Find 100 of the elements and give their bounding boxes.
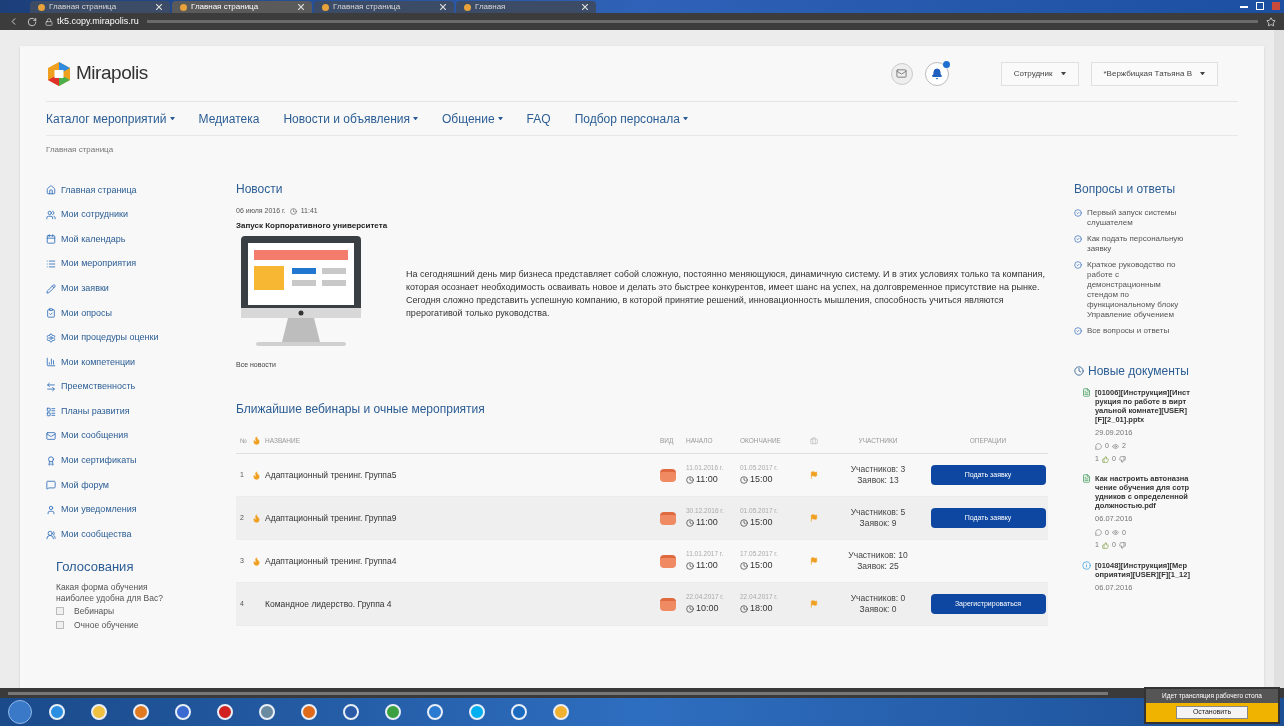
sidebar-item[interactable]: Мои опросы xyxy=(46,300,216,326)
start-time: 11:00 xyxy=(696,473,718,487)
group-icon xyxy=(46,529,56,540)
sidebar-item[interactable]: Мои сообщения xyxy=(46,423,216,449)
briefcase-icon xyxy=(810,436,818,445)
sidebar-item[interactable]: Мои сертификаты xyxy=(46,448,216,474)
sidebar-item[interactable]: Главная страница xyxy=(46,178,216,203)
sidebar-item[interactable]: Мои компетенции xyxy=(46,350,216,375)
requests-count: Заявок: 25 xyxy=(857,561,899,572)
flame-icon xyxy=(252,436,261,445)
bookmark-star-icon[interactable] xyxy=(1266,16,1276,27)
info-icon xyxy=(1082,560,1091,570)
documents-title: Новые документы xyxy=(1088,363,1189,380)
event-name[interactable]: Адаптационный тренинг. Группа4 xyxy=(265,554,660,568)
news-headline[interactable]: Запуск Корпоративного университета xyxy=(236,219,1048,232)
browser-tab[interactable]: Главная xyxy=(456,1,596,13)
list-icon xyxy=(46,259,56,270)
clock-icon xyxy=(686,475,694,484)
event-name[interactable]: Адаптационный тренинг. Группа9 xyxy=(265,511,660,525)
flag-icon xyxy=(810,557,818,565)
caret-icon xyxy=(1200,71,1205,76)
end-time: 15:00 xyxy=(750,473,773,487)
clock-icon xyxy=(740,561,748,570)
thumbs-down-icon[interactable] xyxy=(1118,455,1126,463)
faq-link[interactable]: Краткое руководство по работе с демонстрационным стендом по функциональному блоку Управление обучением xyxy=(1087,260,1187,320)
thumbs-down-icon[interactable] xyxy=(1118,541,1126,549)
start-time: 10:00 xyxy=(696,602,719,616)
reload-icon[interactable] xyxy=(27,16,37,27)
start-button[interactable] xyxy=(8,700,32,724)
layout-icon xyxy=(46,406,56,417)
mail-icon xyxy=(896,68,908,79)
pencil-icon xyxy=(46,283,56,294)
poll-question: Какая форма обучения наиболее удобна для Вас? xyxy=(56,582,164,605)
browser-tab[interactable]: Главная страница xyxy=(172,1,312,13)
faq-link[interactable]: Все вопросы и ответы xyxy=(1087,326,1187,336)
settings-icon xyxy=(46,332,56,343)
event-name[interactable]: Командное лидерство. Группа 4 xyxy=(265,597,660,611)
thumbs-up-icon[interactable] xyxy=(1101,455,1109,463)
clock-icon xyxy=(686,561,694,570)
flag-icon xyxy=(810,514,818,522)
maximize-icon[interactable] xyxy=(1256,2,1264,10)
role-dropdown[interactable]: Сотрудник xyxy=(1000,61,1079,86)
sidebar-item[interactable]: Мой форум xyxy=(46,473,216,498)
caret-icon xyxy=(1060,71,1066,76)
sidebar-item[interactable]: Мой календарь xyxy=(46,227,216,252)
check-circle-icon xyxy=(1074,261,1082,269)
sidebar-item[interactable]: Мои сообщества xyxy=(46,522,216,547)
nav-link[interactable]: Каталог мероприятий xyxy=(46,109,167,128)
person-icon xyxy=(46,505,56,515)
notifications-button[interactable] xyxy=(924,61,949,86)
tab-close-icon[interactable] xyxy=(440,4,446,10)
faq-title: Вопросы и ответы xyxy=(1074,181,1177,198)
events-title: Ближайшие вебинары и очные мероприятия xyxy=(236,401,486,418)
event-name[interactable]: Адаптационный тренинг. Группа5 xyxy=(265,468,660,482)
browser-tab[interactable]: Главная страница xyxy=(30,1,170,13)
start-time: 11:00 xyxy=(696,559,718,573)
participants-count: Участников: 10 xyxy=(848,550,908,561)
poll-option-label: Очное обучение xyxy=(74,619,139,632)
browser-tab[interactable]: Главная страница xyxy=(314,1,454,13)
sidebar-item[interactable]: Мои сотрудники xyxy=(46,202,216,228)
requests-count: Заявок: 13 xyxy=(857,475,899,486)
sidebar-item[interactable]: Мои уведомления xyxy=(46,497,216,523)
poll-option-label: Вебинары xyxy=(74,605,115,618)
participants-count: Участников: 0 xyxy=(850,593,906,604)
classroom-icon xyxy=(660,597,676,611)
sidebar-item[interactable]: Мои мероприятия xyxy=(46,251,216,277)
chat-icon xyxy=(46,480,56,491)
scrollbar[interactable] xyxy=(1274,30,1284,688)
faq-link[interactable]: Как подать персональную заявку xyxy=(1087,234,1187,254)
bell-icon xyxy=(930,67,943,80)
nav-link[interactable]: Общение xyxy=(442,109,495,128)
thumbs-up-icon[interactable] xyxy=(1101,541,1109,549)
user-dropdown[interactable]: *Вержбицкая Татьяна В xyxy=(1090,61,1218,86)
participants-count: Участников: 5 xyxy=(850,507,906,518)
nav-link[interactable]: Новости и объявления xyxy=(283,109,410,128)
tab-favicon-icon xyxy=(180,3,187,11)
sidebar-item[interactable]: Мои заявки xyxy=(46,276,216,301)
sidebar-item[interactable]: Преемственность xyxy=(46,374,216,400)
home-icon xyxy=(46,185,56,196)
nav-link[interactable]: Подбор персонала xyxy=(574,109,680,128)
faq-link[interactable]: Первый запуск системы слушателем xyxy=(1087,208,1187,228)
clock-icon xyxy=(686,604,694,613)
tab-close-icon[interactable] xyxy=(156,4,162,10)
breadcrumb[interactable]: Главная страница xyxy=(46,144,114,156)
sidebar-item[interactable]: Мои процедуры оценки xyxy=(46,325,216,351)
lock-icon xyxy=(45,17,53,26)
clock-icon xyxy=(1074,366,1084,376)
nav-link[interactable]: FAQ xyxy=(526,109,551,128)
mail-icon xyxy=(46,431,56,442)
document-icon xyxy=(1082,474,1091,484)
nav-link[interactable]: Медиатека xyxy=(198,109,260,128)
tab-close-icon[interactable] xyxy=(582,4,588,10)
arrows-icon xyxy=(46,382,56,393)
poll-checkbox[interactable] xyxy=(56,621,64,630)
sidebar-item[interactable]: Планы развития xyxy=(46,399,216,424)
end-time: 18:00 xyxy=(750,602,773,616)
poll-checkbox[interactable] xyxy=(56,607,64,616)
checklist-icon xyxy=(46,308,56,319)
tab-close-icon[interactable] xyxy=(298,4,304,10)
logo-icon xyxy=(46,60,72,87)
